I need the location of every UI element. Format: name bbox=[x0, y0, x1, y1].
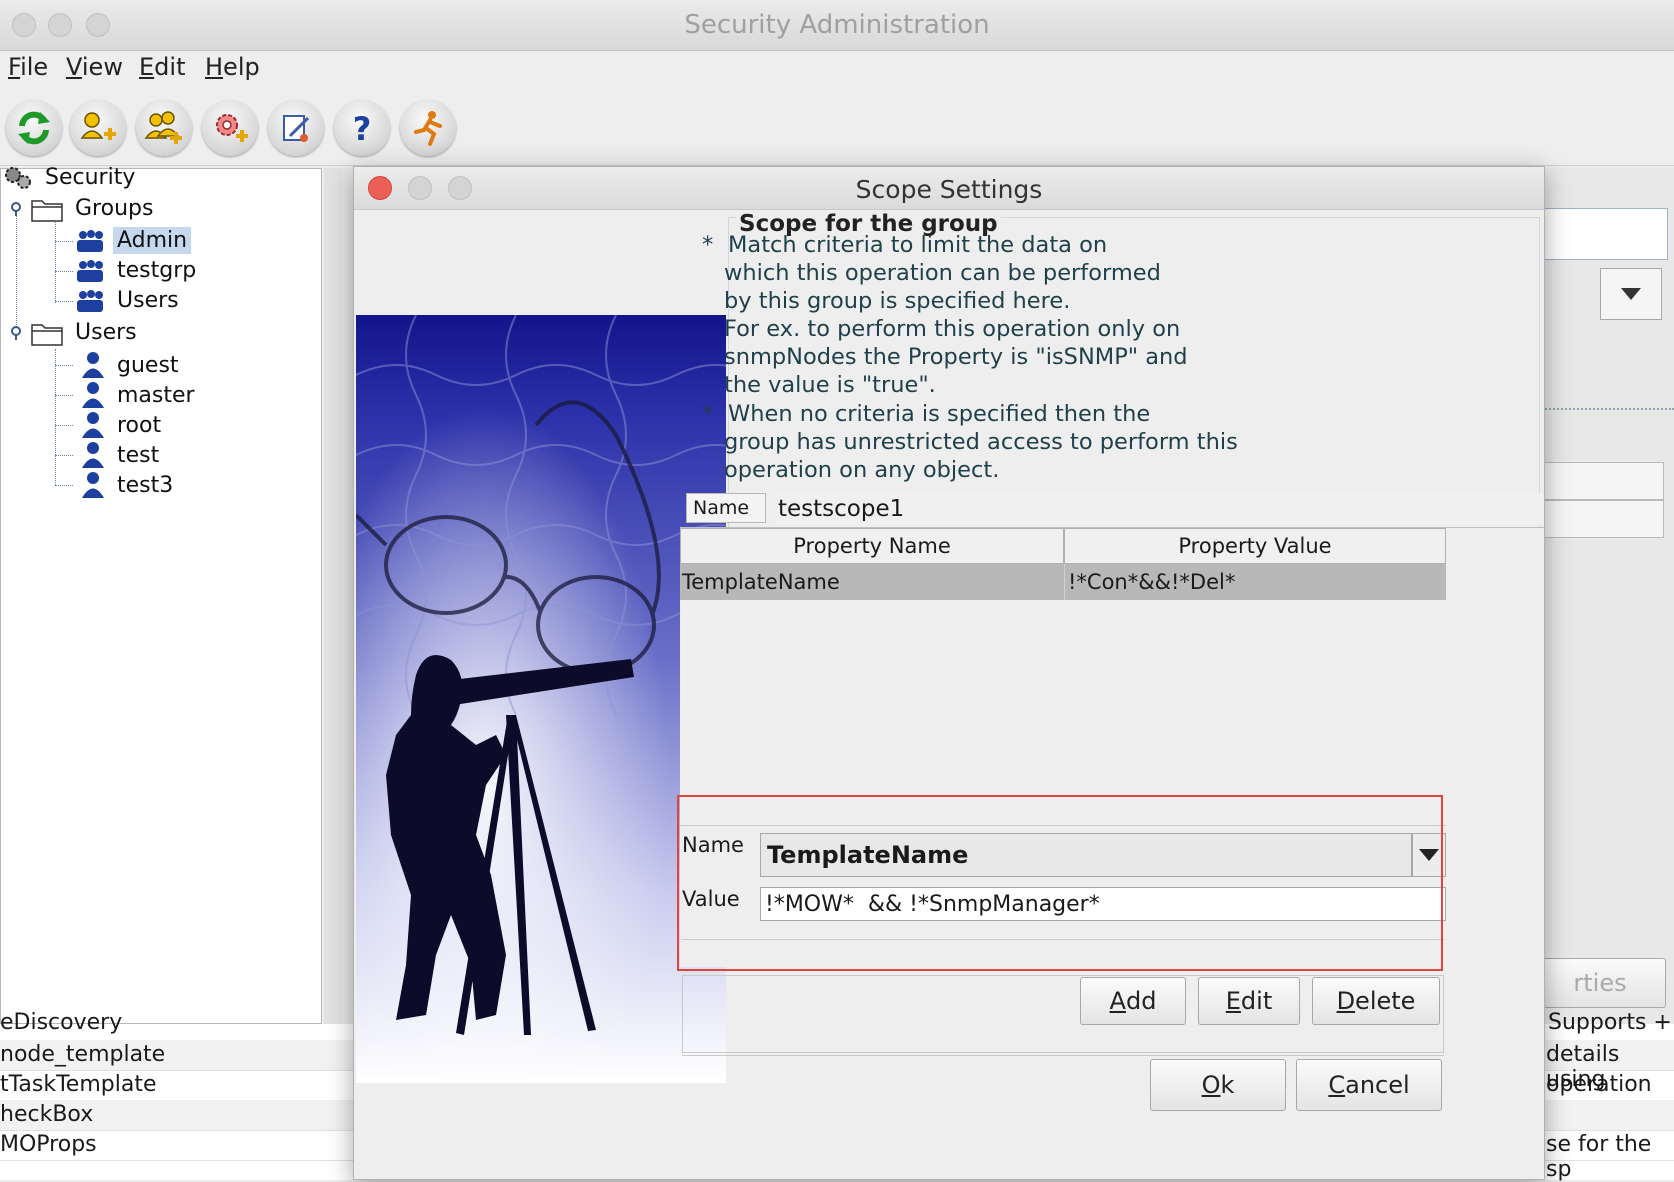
edit-icon bbox=[283, 115, 310, 142]
menu-help[interactable]: Help bbox=[205, 53, 260, 81]
exit-icon bbox=[414, 111, 442, 146]
properties-button[interactable]: rties bbox=[1534, 958, 1666, 1008]
column-header-property-name[interactable]: Property Name bbox=[680, 528, 1064, 564]
chevron-down-icon bbox=[1621, 288, 1641, 300]
tree-user-test[interactable]: test bbox=[81, 441, 163, 469]
refresh-icon bbox=[18, 111, 50, 145]
add-operation-icon bbox=[216, 114, 248, 142]
toolbar: ? bbox=[0, 95, 1674, 166]
tree-user-root[interactable]: root bbox=[81, 411, 165, 439]
help-icon: ? bbox=[353, 110, 372, 148]
ok-button[interactable]: Ok bbox=[1150, 1059, 1286, 1111]
menu-file[interactable]: File bbox=[8, 53, 48, 81]
user-icon bbox=[82, 412, 104, 438]
column-header-property-value[interactable]: Property Value bbox=[1064, 528, 1446, 564]
help-button[interactable]: ? bbox=[334, 100, 390, 156]
info-line: by this group is specified here. bbox=[724, 288, 1071, 314]
table-row[interactable]: TemplateName !*Con*&&!*Del* bbox=[680, 564, 1446, 600]
gears-icon bbox=[5, 167, 31, 189]
telescope-illustration bbox=[356, 315, 726, 1083]
tree-root-security[interactable]: Security bbox=[3, 163, 139, 191]
edit-button[interactable]: Edit bbox=[1198, 977, 1300, 1025]
delete-button[interactable]: Delete bbox=[1312, 977, 1440, 1025]
scope-name-field[interactable]: testscope1 bbox=[778, 493, 1544, 525]
scope-name-label: Name bbox=[686, 493, 766, 523]
expand-handle-icon[interactable] bbox=[9, 325, 23, 340]
info-line: the value is "true". bbox=[724, 372, 936, 398]
user-icon bbox=[82, 442, 104, 468]
add-group-button[interactable] bbox=[136, 100, 192, 156]
info-line: For ex. to perform this operation only o… bbox=[724, 316, 1181, 342]
group-icon bbox=[77, 259, 103, 282]
splitter[interactable] bbox=[324, 168, 342, 1024]
detail-dropdown-button[interactable] bbox=[1600, 268, 1662, 320]
user-icon bbox=[82, 382, 104, 408]
bullet-mark: * bbox=[702, 401, 714, 427]
tree-node-groups[interactable]: Groups bbox=[9, 195, 157, 222]
exit-button[interactable] bbox=[400, 100, 456, 156]
dialog-title: Scope Settings bbox=[855, 175, 1043, 204]
info-line: group has unrestricted access to perform… bbox=[724, 429, 1238, 455]
info-line: which this operation can be performed bbox=[724, 260, 1161, 286]
scope-settings-dialog: Scope Settings Scope for the group * Mat… bbox=[353, 166, 1545, 1180]
tree-group-admin[interactable]: Admin bbox=[75, 227, 192, 254]
info-line: snmpNodes the Property is "isSNMP" and bbox=[724, 344, 1188, 370]
refresh-button[interactable] bbox=[6, 100, 62, 156]
tree-user-guest[interactable]: guest bbox=[81, 351, 183, 379]
cell-property-name: TemplateName bbox=[682, 570, 840, 594]
menubar: File View Edit Help bbox=[0, 51, 1674, 95]
menu-view[interactable]: View bbox=[66, 53, 123, 81]
cancel-button[interactable]: Cancel bbox=[1296, 1059, 1442, 1111]
menu-edit[interactable]: Edit bbox=[139, 53, 185, 81]
security-tree: Security Groups Admin testgrp Users User… bbox=[0, 165, 322, 1024]
add-button[interactable]: Add bbox=[1080, 977, 1186, 1025]
main-titlebar: Security Administration bbox=[0, 0, 1674, 51]
cell-property-value: !*Con*&&!*Del* bbox=[1068, 570, 1236, 594]
tree-user-master[interactable]: master bbox=[81, 381, 199, 409]
expand-handle-icon[interactable] bbox=[9, 201, 23, 216]
add-group-icon bbox=[144, 111, 182, 144]
dialog-titlebar: Scope Settings bbox=[354, 167, 1544, 210]
bullet-mark: * bbox=[702, 232, 714, 258]
property-table: Property Name Property Value TemplateNam… bbox=[680, 527, 1544, 798]
edit-button[interactable] bbox=[268, 100, 324, 156]
add-user-button[interactable] bbox=[70, 100, 126, 156]
tree-node-users[interactable]: Users bbox=[9, 319, 141, 346]
info-line: When no criteria is specified then the bbox=[728, 401, 1151, 427]
info-line: operation on any object. bbox=[724, 457, 1000, 483]
add-user-icon bbox=[80, 112, 116, 140]
tree-group-users[interactable]: Users bbox=[75, 287, 183, 314]
user-icon bbox=[82, 472, 104, 498]
group-icon bbox=[77, 289, 103, 312]
group-icon bbox=[77, 229, 103, 252]
tree-group-testgrp[interactable]: testgrp bbox=[75, 257, 200, 284]
folder-icon bbox=[31, 323, 63, 346]
highlight-box bbox=[677, 795, 1443, 971]
add-operation-button[interactable] bbox=[202, 100, 258, 156]
window-title: Security Administration bbox=[684, 10, 990, 40]
info-line: Match criteria to limit the data on bbox=[728, 232, 1108, 258]
folder-icon bbox=[31, 199, 63, 222]
user-icon bbox=[82, 352, 104, 378]
svg-text:?: ? bbox=[353, 110, 372, 148]
tree-user-test3[interactable]: test3 bbox=[81, 471, 177, 499]
